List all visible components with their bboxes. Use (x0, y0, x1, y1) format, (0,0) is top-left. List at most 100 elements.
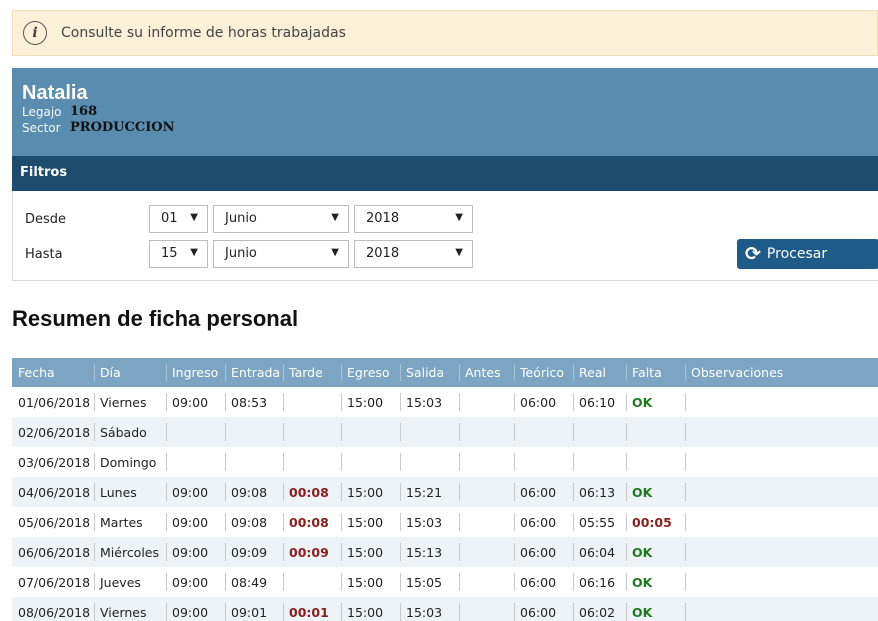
cell-dia: Lunes (94, 477, 166, 507)
column-header[interactable]: Real (573, 358, 626, 387)
chevron-down-icon: ▼ (455, 247, 463, 258)
cell-antes (459, 567, 514, 597)
cell-real: 06:16 (573, 567, 626, 597)
cell-falta: 00:05 (626, 507, 685, 537)
cell-dia: Martes (94, 507, 166, 537)
cell-antes (459, 507, 514, 537)
cell-ingreso (166, 417, 225, 447)
chevron-down-icon: ▼ (331, 212, 339, 223)
refresh-icon: ⟳ (745, 242, 761, 265)
cell-dia: Jueves (94, 567, 166, 597)
cell-egreso: 15:00 (341, 477, 400, 507)
cell-egreso: 15:00 (341, 567, 400, 597)
cell-entrada (225, 417, 283, 447)
chevron-down-icon: ▼ (190, 212, 198, 223)
cell-fecha: 03/06/2018 (18, 454, 91, 470)
cell-teorico: 06:00 (514, 567, 573, 597)
table-row: 06/06/2018 Miércoles 09:00 09:09 00:09 15:00 1… (12, 537, 878, 567)
chevron-down-icon: ▼ (455, 212, 463, 223)
column-header[interactable]: Entrada (225, 358, 283, 387)
column-header[interactable]: Día (94, 358, 166, 387)
cell-real: 06:13 (573, 477, 626, 507)
table-row: 03/06/2018 Domingo (12, 447, 878, 477)
cell-dia: Domingo (94, 447, 166, 477)
column-header[interactable]: Ingreso (166, 358, 225, 387)
desde-month-select[interactable]: Junio ▼ (213, 205, 349, 233)
alert-text: Consulte su informe de horas trabajadas (61, 25, 346, 41)
hasta-month-value: Junio (225, 246, 257, 261)
sector-value: PRODUCCION (70, 120, 175, 135)
cell-dia: Miércoles (94, 537, 166, 567)
column-header[interactable]: Fecha (12, 358, 94, 387)
process-button[interactable]: ⟳ Procesar (737, 239, 878, 269)
cell-salida: 15:03 (400, 507, 459, 537)
cell-real: 06:02 (573, 597, 626, 621)
cell-antes (459, 387, 514, 417)
cell-teorico (514, 417, 573, 447)
cell-tarde (283, 447, 341, 477)
table-body: 01/06/2018 Viernes 09:00 08:53 15:00 15:03 06:… (12, 387, 878, 621)
cell-antes (459, 537, 514, 567)
column-header[interactable]: Antes (459, 358, 514, 387)
cell-entrada: 09:08 (225, 477, 283, 507)
desde-label: Desde (25, 212, 67, 227)
cell-egreso (341, 447, 400, 477)
hasta-year-select[interactable]: 2018 ▼ (354, 240, 473, 268)
cell-salida (400, 447, 459, 477)
table-row: 05/06/2018 Martes 09:00 09:08 00:08 15:00 15:0… (12, 507, 878, 537)
cell-obs (685, 537, 878, 567)
hasta-day-select[interactable]: 15 ▼ (149, 240, 208, 268)
cell-obs (685, 447, 878, 477)
cell-obs (685, 507, 878, 537)
column-header[interactable]: Egreso (341, 358, 400, 387)
cell-teorico: 06:00 (514, 507, 573, 537)
cell-fecha: 05/06/2018 (18, 514, 91, 530)
page: i Consulte su informe de horas trabajada… (0, 0, 878, 621)
cell-ingreso: 09:00 (166, 537, 225, 567)
desde-year-value: 2018 (366, 211, 400, 226)
cell-real: 06:04 (573, 537, 626, 567)
desde-day-select[interactable]: 01 ▼ (149, 205, 208, 233)
cell-egreso: 15:00 (341, 507, 400, 537)
cell-egreso: 15:00 (341, 387, 400, 417)
cell-fecha: 01/06/2018 (18, 394, 91, 410)
column-header[interactable]: Tarde (283, 358, 341, 387)
column-header[interactable]: Teórico (514, 358, 573, 387)
column-header[interactable]: Observaciones (685, 358, 878, 387)
cell-ingreso (166, 447, 225, 477)
column-header[interactable]: Falta (626, 358, 685, 387)
cell-salida: 15:13 (400, 537, 459, 567)
desde-day-value: 01 (161, 211, 178, 226)
info-icon: i (23, 21, 47, 45)
cell-falta: OK (626, 567, 685, 597)
column-header[interactable]: Salida (400, 358, 459, 387)
section-title: Resumen de ficha personal (12, 306, 299, 331)
hasta-month-select[interactable]: Junio ▼ (213, 240, 349, 268)
chevron-down-icon: ▼ (190, 247, 198, 258)
employee-name: Natalia (22, 82, 88, 104)
cell-entrada: 09:08 (225, 507, 283, 537)
cell-falta: OK (626, 477, 685, 507)
table-header: Fecha Día Ingreso Entrada Tarde Egreso S… (12, 358, 878, 387)
cell-entrada: 09:01 (225, 597, 283, 621)
cell-obs (685, 567, 878, 597)
cell-tarde (283, 387, 341, 417)
hasta-day-value: 15 (161, 246, 178, 261)
cell-salida (400, 417, 459, 447)
cell-salida: 15:21 (400, 477, 459, 507)
cell-ingreso: 09:00 (166, 567, 225, 597)
cell-fecha: 04/06/2018 (18, 484, 91, 500)
cell-salida: 15:03 (400, 597, 459, 621)
filters-panel: Desde 01 ▼ Junio ▼ 2018 ▼ Hasta 15 ▼ Jun… (12, 191, 878, 281)
cell-real (573, 447, 626, 477)
cell-entrada: 08:49 (225, 567, 283, 597)
sector-label: Sector (22, 121, 61, 135)
cell-dia: Viernes (94, 387, 166, 417)
process-button-label: Procesar (766, 246, 828, 262)
desde-year-select[interactable]: 2018 ▼ (354, 205, 473, 233)
cell-falta (626, 447, 685, 477)
cell-real (573, 417, 626, 447)
cell-tarde: 00:01 (283, 597, 341, 621)
cell-ingreso: 09:00 (166, 597, 225, 621)
legajo-label: Legajo (22, 105, 62, 119)
